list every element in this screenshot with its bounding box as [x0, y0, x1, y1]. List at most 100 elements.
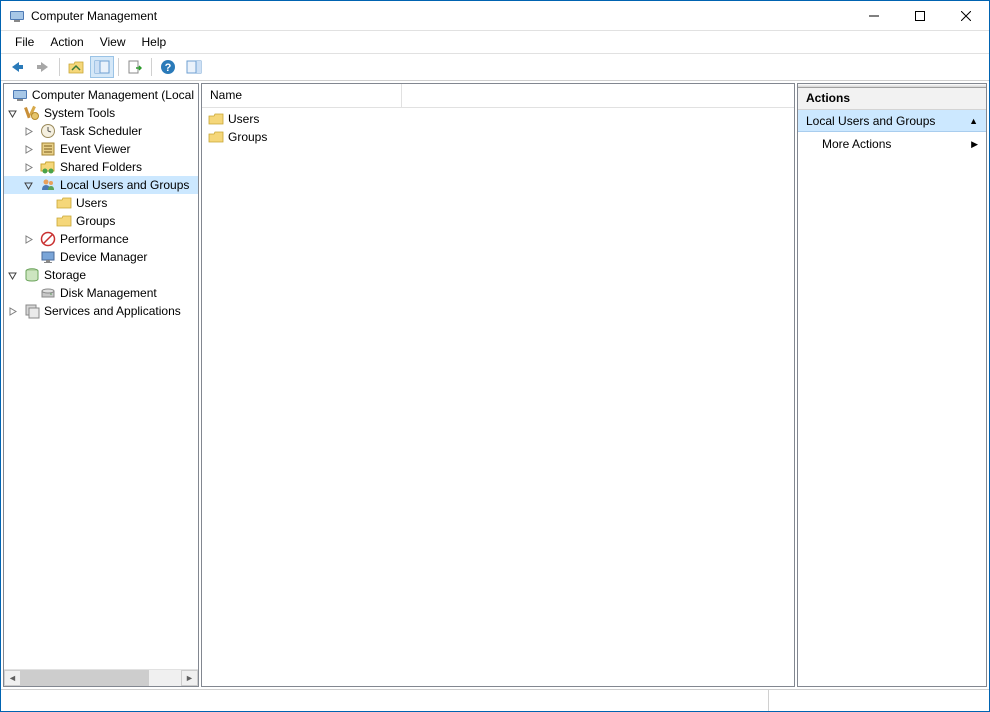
clock-icon	[40, 123, 56, 139]
statusbar-cell	[1, 690, 769, 711]
tree-label: Shared Folders	[60, 160, 142, 174]
folder-icon	[56, 195, 72, 211]
tree-label: Disk Management	[60, 286, 157, 300]
menu-file[interactable]: File	[7, 33, 42, 51]
scroll-left-button[interactable]: ◄	[4, 670, 21, 686]
expand-icon[interactable]	[24, 163, 40, 172]
tree[interactable]: Computer Management (Local System Tools …	[4, 84, 198, 669]
disk-management-icon	[40, 285, 56, 301]
titlebar: Computer Management	[1, 1, 989, 31]
local-users-groups-icon	[40, 177, 56, 193]
list-body[interactable]: Users Groups	[202, 108, 794, 686]
folder-icon	[208, 129, 224, 145]
statusbar	[1, 689, 989, 711]
shared-folders-icon	[40, 159, 56, 175]
system-tools-icon	[24, 105, 40, 121]
tree-shared-folders[interactable]: Shared Folders	[4, 158, 198, 176]
tree-pane: Computer Management (Local System Tools …	[3, 83, 199, 687]
show-hide-action-pane-button[interactable]	[182, 56, 206, 78]
tree-label: Services and Applications	[44, 304, 181, 318]
tree-root[interactable]: Computer Management (Local	[4, 86, 198, 104]
tree-label: Users	[76, 196, 107, 210]
tree-services-applications[interactable]: Services and Applications	[4, 302, 198, 320]
tree-label: Local Users and Groups	[60, 178, 189, 192]
app-icon	[9, 8, 25, 24]
list-item-label: Groups	[228, 130, 267, 144]
minimize-button[interactable]	[851, 1, 897, 31]
toolbar-separator	[151, 58, 152, 76]
computer-management-icon	[12, 87, 28, 103]
tree-groups[interactable]: Groups	[4, 212, 198, 230]
actions-title: Actions	[798, 88, 986, 110]
scroll-thumb[interactable]	[21, 670, 149, 686]
tree-local-users-groups[interactable]: Local Users and Groups	[4, 176, 198, 194]
toolbar-separator	[59, 58, 60, 76]
tree-label: Storage	[44, 268, 86, 282]
tree-label: System Tools	[44, 106, 115, 120]
list-header: Name	[202, 84, 794, 108]
tree-label: Computer Management (Local	[32, 88, 194, 102]
folder-icon	[208, 111, 224, 127]
tree-device-manager[interactable]: Device Manager	[4, 248, 198, 266]
list-pane: Name Users Groups	[201, 83, 795, 687]
expand-icon[interactable]	[8, 307, 24, 316]
tree-event-viewer[interactable]: Event Viewer	[4, 140, 198, 158]
tree-label: Event Viewer	[60, 142, 130, 156]
performance-icon	[40, 231, 56, 247]
horizontal-scrollbar[interactable]: ◄ ►	[4, 669, 198, 686]
menu-action[interactable]: Action	[42, 33, 91, 51]
column-blank[interactable]	[402, 84, 794, 107]
collapse-icon[interactable]	[24, 181, 40, 190]
export-list-button[interactable]	[123, 56, 147, 78]
submenu-icon: ▶	[971, 139, 978, 150]
menu-help[interactable]: Help	[134, 33, 175, 51]
expand-icon[interactable]	[24, 127, 40, 136]
list-item-groups[interactable]: Groups	[202, 128, 794, 146]
scroll-track[interactable]	[21, 670, 181, 686]
collapse-icon[interactable]	[8, 109, 24, 118]
scroll-right-button[interactable]: ►	[181, 670, 198, 686]
close-button[interactable]	[943, 1, 989, 31]
menu-view[interactable]: View	[92, 33, 134, 51]
event-viewer-icon	[40, 141, 56, 157]
tree-users[interactable]: Users	[4, 194, 198, 212]
menubar: File Action View Help	[1, 31, 989, 53]
tree-label: Device Manager	[60, 250, 147, 264]
statusbar-cell	[769, 690, 989, 711]
column-name[interactable]: Name	[202, 84, 402, 107]
up-button[interactable]	[64, 56, 88, 78]
tree-task-scheduler[interactable]: Task Scheduler	[4, 122, 198, 140]
svg-text:?: ?	[165, 62, 172, 74]
show-hide-tree-button[interactable]	[90, 56, 114, 78]
expand-icon[interactable]	[24, 145, 40, 154]
tree-system-tools[interactable]: System Tools	[4, 104, 198, 122]
content: Computer Management (Local System Tools …	[1, 81, 989, 689]
collapse-icon: ▲	[969, 116, 978, 126]
tree-label: Task Scheduler	[60, 124, 142, 138]
actions-item-label: More Actions	[822, 137, 891, 151]
device-manager-icon	[40, 249, 56, 265]
back-button[interactable]	[5, 56, 29, 78]
services-applications-icon	[24, 303, 40, 319]
collapse-icon[interactable]	[8, 271, 24, 280]
help-button[interactable]: ?	[156, 56, 180, 78]
list-item-users[interactable]: Users	[202, 110, 794, 128]
window-title: Computer Management	[31, 9, 157, 23]
storage-icon	[24, 267, 40, 283]
tree-performance[interactable]: Performance	[4, 230, 198, 248]
list-item-label: Users	[228, 112, 259, 126]
actions-section-header[interactable]: Local Users and Groups ▲	[798, 110, 986, 132]
tree-storage[interactable]: Storage	[4, 266, 198, 284]
tree-label: Performance	[60, 232, 129, 246]
tree-disk-management[interactable]: Disk Management	[4, 284, 198, 302]
tree-label: Groups	[76, 214, 115, 228]
folder-icon	[56, 213, 72, 229]
toolbar-separator	[118, 58, 119, 76]
actions-section-label: Local Users and Groups	[806, 114, 935, 128]
toolbar: ?	[1, 53, 989, 81]
expand-icon[interactable]	[24, 235, 40, 244]
forward-button[interactable]	[31, 56, 55, 78]
window: Computer Management File Action View Hel…	[0, 0, 990, 712]
maximize-button[interactable]	[897, 1, 943, 31]
actions-more-actions[interactable]: More Actions ▶	[798, 132, 986, 156]
